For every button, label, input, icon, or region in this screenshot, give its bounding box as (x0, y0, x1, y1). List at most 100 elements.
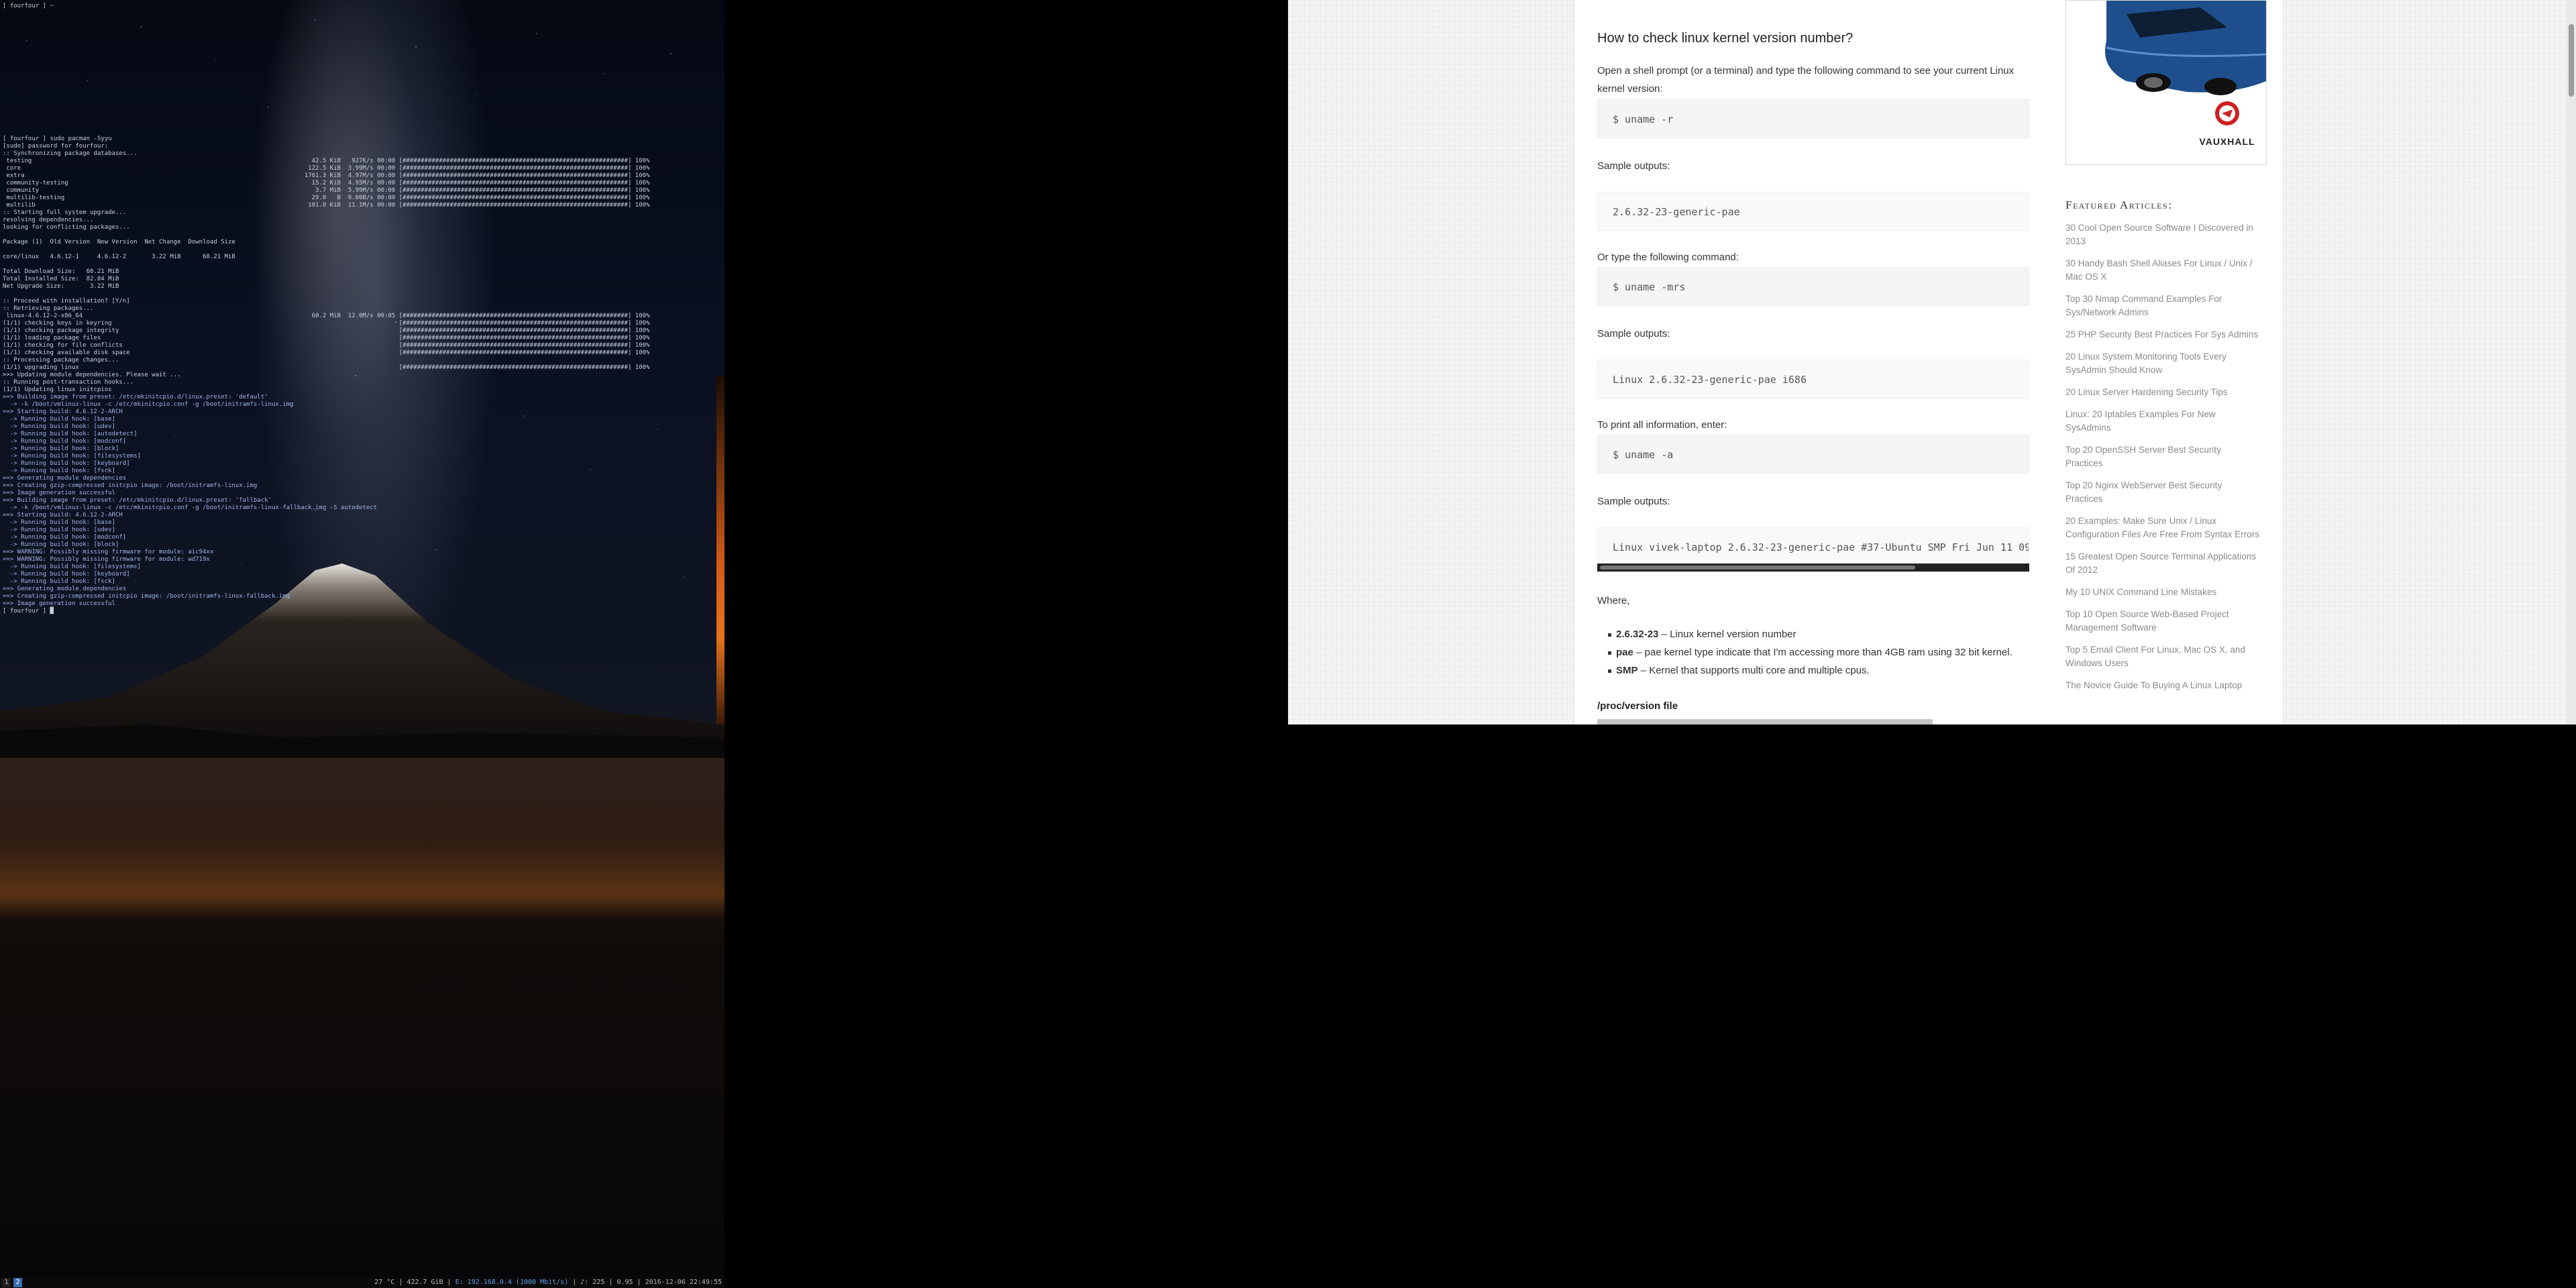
clock: 2016-12-06 22:49:55 (645, 1279, 722, 1286)
terminal-line: -> Running build hook: [filesystems] (3, 453, 141, 460)
terminal-line: testing 42.5 KiB 927K/s 00:00 [#########… (3, 158, 650, 164)
terminal-line: -> Running build hook: [block] (3, 541, 119, 548)
terminal-line: -> Running build hook: [modconf] (3, 534, 127, 541)
list-item: pae – pae kernel type indicate that I'm … (1608, 643, 2012, 661)
terminal-line: Total Installed Size: 82.04 MiB (3, 276, 119, 282)
code-horizontal-scrollbar[interactable] (1597, 564, 2029, 572)
scrollbar-thumb[interactable] (2569, 24, 2574, 97)
terminal-line: [ fourfour ] █ (3, 608, 54, 614)
featured-article-link[interactable]: Top 10 Open Source Web-Based Project Man… (2065, 608, 2260, 635)
featured-article-link[interactable]: 30 Handy Bash Shell Aliases For Linux / … (2065, 257, 2260, 284)
terminal-output[interactable]: [ fourfour ] ~ [ fourfour ] sudo pacman -… (3, 3, 720, 615)
featured-article-link[interactable]: 30 Cool Open Source Software I Discovere… (2065, 221, 2260, 248)
terminal-line: ==> Generating module dependencies (3, 586, 127, 592)
terminal-line: ==> Creating gzip-compressed initcpio im… (3, 593, 290, 600)
code-block-uname-mrs[interactable]: $ uname -mrs (1597, 267, 2029, 306)
terminal-line: -> Running build hook: [fsck] (3, 468, 115, 474)
terminal-line: community 3.7 MiB 5.99M/s 00:00 [#######… (3, 187, 650, 194)
or-command-label: Or type the following command: (1597, 252, 1739, 263)
terminal-line: :: Processing package changes... (3, 357, 119, 364)
terminal-line: -> Running build hook: [block] (3, 445, 119, 452)
terminal-line: [sudo] password for fourfour: (3, 143, 109, 150)
terminal-line: :: Running post-transaction hooks... (3, 379, 134, 386)
terminal-line: looking for conflicting packages... (3, 224, 130, 231)
article-heading: How to check linux kernel version number… (1597, 31, 1854, 46)
terminal-line: Package (1) Old Version New Version Net … (3, 239, 235, 246)
output-block-2[interactable]: Linux 2.6.32-23-generic-pae i686 (1597, 360, 2029, 398)
terminal-line: ==> WARNING: Possibly missing firmware f… (3, 549, 214, 555)
terminal-line: Total Download Size: 60.21 MiB (3, 268, 119, 275)
list-item: 2.6.32-23 – Linux kernel version number (1608, 625, 2012, 643)
featured-article-link[interactable]: 15 Greatest Open Source Terminal Applica… (2065, 550, 2260, 577)
featured-article-link[interactable]: Top 5 Email Client For Linux, Mac OS X, … (2065, 643, 2260, 670)
sample-outputs-label: Sample outputs: (1597, 328, 1670, 339)
terminal-window[interactable]: [ fourfour ] ~ [ fourfour ] sudo pacman -… (0, 0, 724, 1277)
terminal-line: -> -k /boot/vmlinuz-linux -c /etc/mkinit… (3, 401, 294, 408)
output-block-3[interactable]: Linux vivek-laptop 2.6.32-23-generic-pae… (1597, 527, 2029, 566)
terminal-line: resolving dependencies... (3, 217, 94, 223)
proc-version-heading: /proc/version file (1597, 700, 1678, 712)
terminal-line: extra 1761.3 KiB 4.97M/s 00:00 [########… (3, 172, 650, 179)
featured-article-link[interactable]: Top 20 OpenSSH Server Best Security Prac… (2065, 443, 2260, 470)
featured-articles-list: 30 Cool Open Source Software I Discovere… (2065, 221, 2260, 701)
volume-level: ♪: (580, 1279, 593, 1286)
terminal-line: linux-4.6.12-2-x86_64 60.2 MiB 12.0M/s 0… (3, 313, 650, 319)
featured-article-link[interactable]: My 10 UNIX Command Line Mistakes (2065, 586, 2260, 599)
terminal-line: ==> Starting build: 4.6.12-2-ARCH (3, 512, 123, 519)
intro-paragraph: Open a shell prompt (or a terminal) and … (1597, 65, 2015, 95)
terminal-line: [ fourfour ] ~ (3, 3, 54, 9)
advertisement[interactable]: VAUXHALL (2065, 0, 2267, 165)
terminal-line: -> Running build hook: [autodetect] (3, 431, 138, 437)
code-block-uname-a[interactable]: $ uname -a (1597, 435, 2029, 474)
terminal-line: ==> Generating module dependencies (3, 475, 127, 482)
featured-article-link[interactable]: 20 Linux System Monitoring Tools Every S… (2065, 350, 2260, 377)
featured-article-link[interactable]: 20 Examples: Make Sure Unix / Linux Conf… (2065, 515, 2260, 541)
featured-article-link[interactable]: The Novice Guide To Buying A Linux Lapto… (2065, 679, 2260, 692)
workspace-1-button[interactable]: 1 (2, 1278, 11, 1287)
network-status: E: 192.168.0.4 (1000 Mbit/s) (455, 1279, 569, 1286)
featured-article-link[interactable]: Top 20 Nginx WebServer Best Security Pra… (2065, 479, 2260, 506)
print-all-label: To print all information, enter: (1597, 419, 1727, 431)
workspace-2-button[interactable]: 2 (13, 1278, 22, 1287)
featured-article-link[interactable]: Top 30 Nmap Command Examples For Sys/Net… (2065, 292, 2260, 319)
terminal-line: (1/1) checking keys in keyring [########… (3, 320, 650, 327)
browser-window[interactable]: How to check linux kernel version number… (1288, 0, 2576, 724)
featured-article-link[interactable]: 25 PHP Security Best Practices For Sys A… (2065, 328, 2260, 341)
brand-logo-icon (2215, 101, 2239, 125)
terminal-line: multilib-testing 29.0 B 0.00B/s 00:00 [#… (3, 195, 650, 201)
terminal-line: ==> Building image from preset: /etc/mki… (3, 394, 268, 400)
terminal-line: community-testing 15.2 KiB 4.95M/s 00:00… (3, 180, 650, 186)
wallpaper-lake-reflection (0, 758, 724, 1080)
status-bar: 1 2 27 °C | 422.7 GiB | E: 192.168.0.4 (… (0, 1277, 724, 1288)
terminal-line: -> Running build hook: [modconf] (3, 438, 127, 445)
terminal-line: multilib 101.0 KiB 11.1M/s 00:00 [######… (3, 202, 650, 209)
output-block-1[interactable]: 2.6.32-23-generic-pae (1597, 192, 2029, 231)
terminal-line: Net Upgrade Size: 3.22 MiB (3, 283, 119, 290)
featured-article-link[interactable]: Linux: 20 Iptables Examples For New SysA… (2065, 408, 2260, 435)
terminal-line: -> Running build hook: [fsck] (3, 578, 115, 585)
cut-off-text (1597, 719, 1933, 724)
terminal-line: :: Retrieving packages... (3, 305, 94, 312)
terminal-line: :: Starting full system upgrade... (3, 209, 127, 216)
code-block-uname-r[interactable]: $ uname -r (1597, 99, 2029, 138)
page-vertical-scrollbar[interactable] (2567, 0, 2576, 724)
sample-outputs-label: Sample outputs: (1597, 496, 1670, 507)
terminal-line: >>> Updating module dependencies. Please… (3, 372, 181, 378)
scrollbar-thumb[interactable] (1600, 566, 1915, 570)
terminal-line: (1/1) Updating linux initcpios (3, 386, 112, 393)
terminal-line: -> Running build hook: [base] (3, 519, 115, 526)
terminal-line: -> Running build hook: [filesystems] (3, 564, 141, 570)
terminal-line: -> Running build hook: [keyboard] (3, 460, 130, 467)
cpu-load: 0.95 (616, 1279, 633, 1286)
terminal-line: -> -k /boot/vmlinuz-linux -c /etc/mkinit… (3, 504, 378, 511)
ad-brand-name: VAUXHALL (2199, 136, 2255, 147)
terminal-line: -> Running build hook: [udev] (3, 423, 115, 430)
terminal-line: ==> Creating gzip-compressed initcpio im… (3, 482, 258, 489)
featured-article-link[interactable]: 20 Linux Server Hardening Security Tips (2065, 386, 2260, 399)
terminal-line: (1/1) checking package integrity [######… (3, 327, 650, 334)
terminal-line: core 122.5 KiB 3.99M/s 00:00 [##########… (3, 165, 650, 172)
terminal-line: (1/1) checking available disk space [###… (3, 350, 650, 356)
